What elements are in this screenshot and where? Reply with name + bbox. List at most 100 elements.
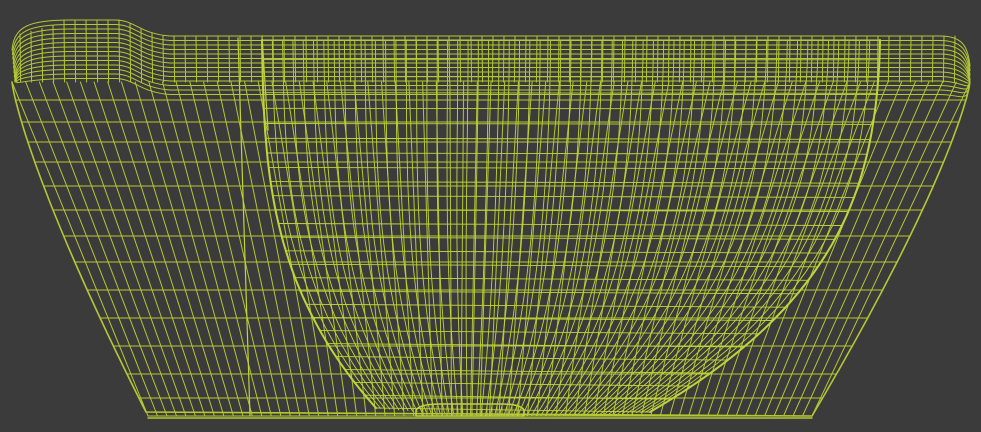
rim-vertical-line <box>667 35 670 83</box>
rim-vertical-line <box>30 30 33 83</box>
outer-vertical-line <box>745 81 875 417</box>
rim-vertical-line <box>404 35 407 83</box>
outer-vertical-line <box>189 81 272 417</box>
rim-vertical-line <box>52 25 55 83</box>
rim-vertical-line <box>173 35 176 83</box>
rim-vertical-line <box>821 35 824 83</box>
rim-vertical-line <box>19 33 22 83</box>
rim-vertical-line <box>898 35 901 83</box>
outer-vertical-line <box>773 81 916 417</box>
rim-vertical-line <box>349 35 352 83</box>
rim-vertical-line <box>327 35 330 83</box>
rim-vertical-line <box>766 35 769 83</box>
outer-vertical-line <box>764 81 903 417</box>
rim-vertical-line <box>535 35 538 83</box>
rim-vertical-line <box>953 35 956 83</box>
rim-vertical-line <box>777 35 780 83</box>
rim-vertical-line <box>601 35 604 83</box>
rim-vertical-line <box>63 19 66 83</box>
rim-vertical-line <box>634 35 637 83</box>
rim-vertical-line <box>909 35 912 83</box>
outer-vertical-line <box>449 81 452 417</box>
rim-vertical-line <box>228 35 231 83</box>
rim-vertical-line <box>338 35 341 83</box>
rim-vertical-line <box>217 35 220 83</box>
rim-vertical-line <box>568 35 571 83</box>
outer-vertical-line <box>121 81 225 417</box>
rim-vertical-line <box>755 35 758 83</box>
rim-vertical-line <box>722 35 725 83</box>
rim-vertical-line <box>239 35 242 83</box>
inner-meridian-line <box>385 39 432 413</box>
rim-vertical-line <box>85 19 88 83</box>
rim-vertical-line <box>305 35 308 83</box>
outer-vertical-line <box>11 81 149 417</box>
outer-vertical-line <box>612 81 684 417</box>
rim-vertical-line <box>744 35 747 83</box>
outer-vertical-line <box>148 81 244 417</box>
outer-vertical-line <box>498 81 519 417</box>
rim-vertical-line <box>590 35 593 83</box>
rim-vertical-line <box>623 35 626 83</box>
rim-vertical-line <box>678 35 681 83</box>
rim-vertical-line <box>360 35 363 83</box>
rim-vertical-line <box>393 35 396 83</box>
rim-vertical-line <box>931 35 934 83</box>
rim-vertical-line <box>689 35 692 83</box>
rim-vertical-line <box>195 35 198 83</box>
inner-meridian-line <box>649 39 881 413</box>
rim-vertical-line <box>865 35 868 83</box>
rim-vertical-line <box>426 35 429 83</box>
rim-vertical-line <box>272 35 275 83</box>
inner-meridian-line <box>635 39 850 414</box>
rim-vertical-line <box>41 28 44 83</box>
rim-vertical-line <box>151 32 154 83</box>
outer-vertical-line <box>460 81 465 417</box>
rim-vertical-line <box>481 35 484 83</box>
rim-vertical-line <box>437 35 440 83</box>
inner-meridian-line <box>395 39 436 414</box>
outer-vertical-line <box>353 81 386 417</box>
outer-vertical-line <box>203 81 282 417</box>
rim-vertical-line <box>502 35 505 83</box>
outer-vertical-line <box>783 81 930 417</box>
outer-vertical-line <box>38 81 168 417</box>
rim-vertical-line <box>557 35 560 83</box>
rim-vertical-line <box>788 35 791 83</box>
rim-vertical-line <box>371 35 374 83</box>
bathtub-wireframe[interactable] <box>0 0 981 432</box>
rim-vertical-line <box>656 35 659 83</box>
rim-vertical-line <box>294 35 297 83</box>
outer-vertical-line <box>162 81 253 417</box>
outer-vertical-line <box>470 81 478 417</box>
rim-vertical-line <box>810 35 813 83</box>
rim-vertical-line <box>513 35 516 83</box>
rim-vertical-line <box>700 35 703 83</box>
rim-vertical-line <box>711 35 714 83</box>
rim-vertical-line <box>546 35 549 83</box>
rim-vertical-line <box>799 35 802 83</box>
outer-vertical-line <box>66 81 187 417</box>
3d-viewport[interactable] <box>0 0 981 432</box>
rim-vertical-line <box>832 35 835 83</box>
rim-vertical-line <box>107 19 110 83</box>
rim-vertical-line <box>382 35 385 83</box>
rim-vertical-line <box>524 35 527 83</box>
outer-vertical-line <box>52 81 177 417</box>
rim-vertical-line <box>887 35 890 83</box>
outer-vertical-line <box>422 81 434 417</box>
inner-meridian-line <box>480 39 500 416</box>
rim-vertical-line <box>491 35 494 83</box>
rim-vertical-line <box>645 35 648 83</box>
outer-vertical-line <box>811 81 971 417</box>
rim-vertical-line <box>415 35 418 83</box>
rim-vertical-line <box>96 19 99 83</box>
basin-right-wall <box>649 39 881 413</box>
rim-vertical-line <box>118 19 121 83</box>
rim-vertical-line <box>162 35 165 83</box>
rim-vertical-line <box>942 35 945 83</box>
outer-vertical-line <box>564 81 615 417</box>
outer-vertical-line <box>659 81 752 417</box>
outer-vertical-line <box>298 81 348 417</box>
rim-vertical-line <box>579 35 582 83</box>
